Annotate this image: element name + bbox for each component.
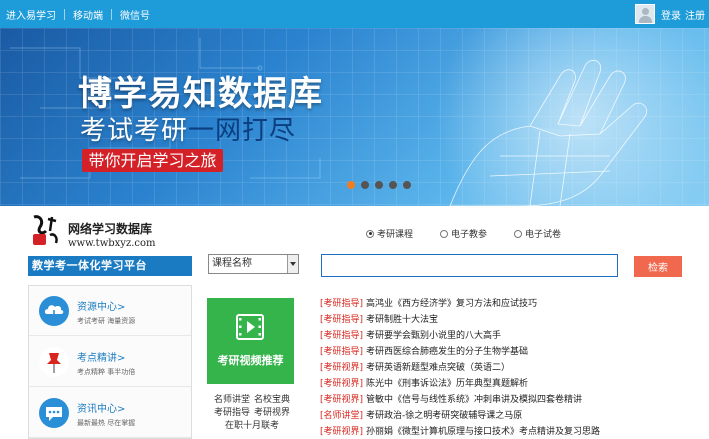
logo-name: 网络学习数据库 (68, 222, 153, 236)
platform-slogan: 教学考一体化学习平台 (28, 256, 192, 276)
course-title: 考研西医综合肺癌发生的分子生物学基础 (366, 347, 529, 357)
radio-selected-icon (366, 229, 374, 238)
course-category: [考研指导] (320, 331, 364, 341)
sidebar-item-sub: 考点精粹 事半功倍 (77, 368, 136, 376)
select-value: 课程名称 (212, 258, 252, 269)
chat-bubble-icon (39, 398, 69, 428)
avatar-icon[interactable] (635, 4, 655, 24)
top-bar: 进入易学习 移动端 微信号 登录 注册 (0, 0, 709, 28)
course-category: [考研视界] (320, 427, 364, 437)
list-item[interactable]: [名师讲堂] 考研政治-徐之明考研突破辅导课之马原 (320, 408, 700, 424)
course-category: [考研指导] (320, 315, 364, 325)
logo-url: www.twbxyz.com (68, 238, 156, 249)
carousel-dot[interactable] (361, 181, 369, 189)
nav-divider (64, 9, 65, 20)
link-kaoyan-shijie[interactable]: 考研视界 (254, 407, 290, 420)
sidebar-item-title: 考点精讲> (77, 353, 126, 364)
course-category: [考研视界] (320, 379, 364, 389)
radio-shijuan[interactable]: 电子试卷 (514, 227, 561, 240)
carousel-dot[interactable] (389, 181, 397, 189)
search-type-radios: 考研课程 电子教参 电子试卷 (366, 227, 588, 240)
carousel-dot[interactable] (347, 181, 355, 189)
search-input[interactable] (321, 254, 618, 277)
link-kaoyan-zhidao[interactable]: 考研指导 (214, 407, 250, 420)
carousel-dots (347, 181, 417, 189)
course-title: 考研英语新题型难点突破（英语二） (366, 363, 511, 373)
course-category: [考研指导] (320, 299, 364, 309)
course-title: 考研要学会甄别小说里的八大高手 (366, 331, 502, 341)
radio-jiaocan[interactable]: 电子教参 (440, 227, 487, 240)
chevron-down-icon (287, 255, 298, 273)
course-category: [考研指导] (320, 347, 364, 357)
sidebar-item-title: 资讯中心> (77, 404, 126, 415)
top-nav: 进入易学习 移动端 微信号 (6, 7, 150, 22)
wireframe-hand-graphic (449, 59, 648, 206)
radio-label: 电子教参 (451, 230, 488, 240)
nav-link-wechat[interactable]: 微信号 (120, 7, 150, 22)
course-category: [名师讲堂] (320, 411, 364, 421)
carousel-dot[interactable] (375, 181, 383, 189)
sidebar-item-keypoints[interactable]: 考点精讲> 考点精粹 事半功倍 (29, 337, 191, 387)
list-item[interactable]: [考研指导] 考研西医综合肺癌发生的分子生物学基础 (320, 344, 700, 360)
cloud-download-icon (39, 296, 69, 326)
banner-pill: 带你开启学习之旅 (82, 149, 223, 172)
carousel-dot[interactable] (403, 181, 411, 189)
radio-empty-icon (440, 229, 449, 238)
radio-label: 考研课程 (377, 230, 414, 240)
list-item[interactable]: [考研视界] 孙丽娟《微型计算机原理与接口技术》考点精讲及复习思路 (320, 424, 700, 439)
list-item[interactable]: [考研视界] 考研英语新题型难点突破（英语二） (320, 360, 700, 376)
course-title: 考研政治-徐之明考研突破辅导课之马原 (366, 411, 523, 421)
list-item[interactable]: [考研指导] 考研要学会甄别小说里的八大高手 (320, 328, 700, 344)
list-item[interactable]: [考研指导] 高鸿业《西方经济学》复习方法和应试技巧 (320, 296, 700, 312)
sidebar-item-sub: 最新最热 尽在掌握 (77, 419, 136, 427)
video-recommend-button[interactable]: 考研视频推荐 (207, 298, 294, 384)
radio-label: 电子试卷 (525, 230, 562, 240)
nav-divider (111, 9, 112, 20)
course-title: 考研制胜十大法宝 (366, 315, 439, 325)
sidebar-item-title: 资源中心> (77, 302, 126, 313)
video-recommend-label: 考研视频推荐 (217, 354, 284, 367)
link-mingshi[interactable]: 名师讲堂 (214, 394, 250, 407)
radio-empty-icon (514, 229, 523, 238)
site-logo-icon[interactable] (30, 213, 62, 247)
link-mingxiao[interactable]: 名校宝典 (254, 394, 290, 407)
register-link[interactable]: 注册 (685, 7, 705, 22)
sidebar: 资源中心> 考试考研 海量资源 考点精讲> 考点精粹 事半功倍 资讯中心> 最新… (28, 285, 192, 439)
course-title: 陈光中《刑事诉讼法》历年典型真题解析 (366, 379, 529, 389)
list-item[interactable]: [考研视界] 管敏中《信号与线性系统》冲刺串讲及模拟四套卷精讲 (320, 392, 700, 408)
link-zaizhi[interactable]: 在职十月联考 (225, 420, 279, 433)
course-list: [考研指导] 高鸿业《西方经济学》复习方法和应试技巧 [考研指导] 考研制胜十大法宝… (320, 296, 700, 439)
sidebar-item-resources[interactable]: 资源中心> 考试考研 海量资源 (29, 286, 191, 336)
sidebar-item-sub: 考试考研 海量资源 (77, 317, 136, 325)
course-category: [考研视界] (320, 363, 364, 373)
search-button[interactable]: 检索 (634, 256, 682, 277)
search-field-select[interactable]: 课程名称 (208, 254, 299, 274)
banner-subtitle-a: 考试考研 (80, 116, 189, 146)
hero-banner[interactable]: 博学易知数据库 考试考研一网打尽 带你开启学习之旅 (0, 28, 709, 206)
nav-link-mobile[interactable]: 移动端 (73, 7, 103, 22)
list-item[interactable]: [考研指导] 考研制胜十大法宝 (320, 312, 700, 328)
sidebar-item-news[interactable]: 资讯中心> 最新最热 尽在掌握 (29, 388, 191, 438)
course-category: [考研视界] (320, 395, 364, 405)
banner-subtitle: 考试考研一网打尽 (80, 110, 296, 147)
login-link[interactable]: 登录 (661, 7, 681, 22)
pushpin-icon (39, 347, 69, 377)
user-area: 登录 注册 (635, 4, 709, 24)
course-title: 管敏中《信号与线性系统》冲刺串讲及模拟四套卷精讲 (366, 395, 583, 405)
banner-subtitle-b: 一网打尽 (188, 116, 297, 146)
course-title: 高鸿业《西方经济学》复习方法和应试技巧 (366, 299, 538, 309)
list-item[interactable]: [考研视界] 陈光中《刑事诉讼法》历年典型真题解析 (320, 376, 700, 392)
course-title: 孙丽娟《微型计算机原理与接口技术》考点精讲及复习思路 (366, 427, 601, 437)
nav-link-enter[interactable]: 进入易学习 (6, 7, 56, 22)
video-category-links: 名师讲堂 名校宝典 考研指导 考研视界 在职十月联考 (207, 394, 297, 433)
film-play-icon (236, 314, 264, 340)
banner-title: 博学易知数据库 (78, 74, 323, 114)
radio-kaoyan[interactable]: 考研课程 (366, 227, 413, 240)
